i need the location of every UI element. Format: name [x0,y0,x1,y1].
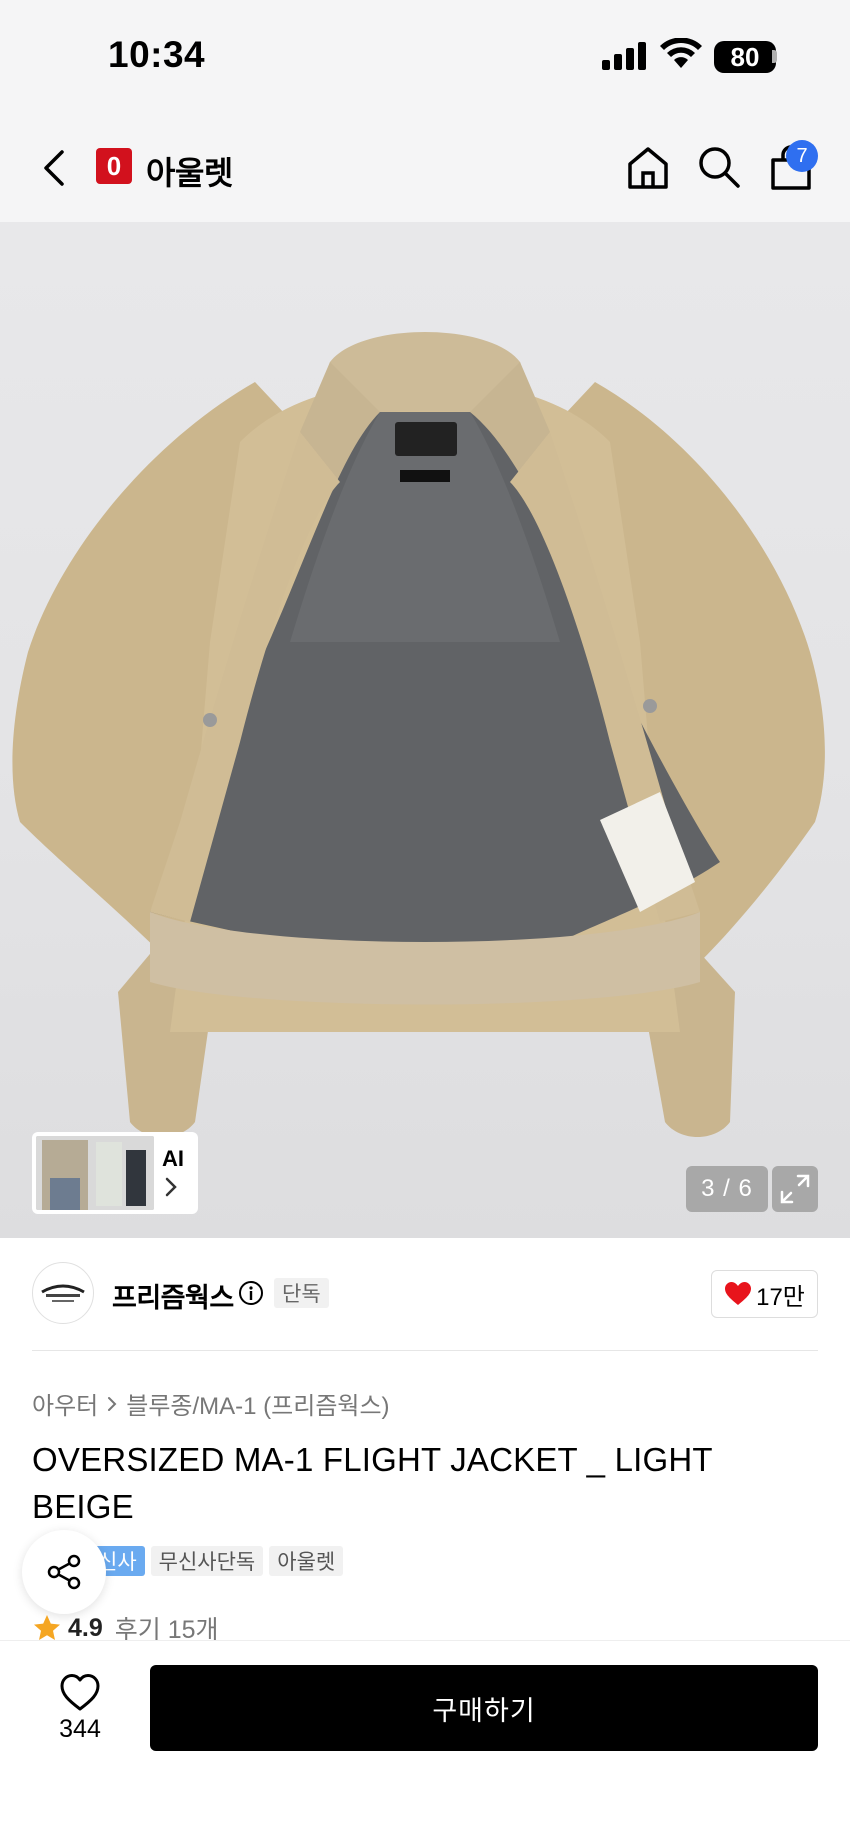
share-button[interactable] [22,1530,106,1614]
brand-like-button[interactable]: 17만 [711,1270,818,1318]
chevron-right-icon [165,1177,177,1197]
cart-count-badge: 7 [786,140,818,172]
ai-label: AI [162,1146,184,1171]
battery-tip [772,50,777,63]
product-title: OVERSIZED MA-1 FLIGHT JACKET _ LIGHT BEI… [32,1441,713,1525]
breadcrumb-item-category[interactable]: 블루종/MA-1 (프리즘웍스) [126,1386,389,1421]
ai-thumbnail-image [36,1136,154,1210]
wishlist-button[interactable] [40,1669,120,1759]
tag-musinsa-exclusive: 무신사단독 [150,1546,264,1576]
brand-row: 프리즘웍스 단독 17만 [0,1238,850,1350]
divider [32,1350,818,1351]
product-image-gallery[interactable]: AI 3 / 6 [0,222,850,1238]
search-icon[interactable] [696,144,742,190]
product-tags: 신사 무신사단독 아울렛 [90,1546,344,1576]
status-bar: 10:34 80 [0,0,850,110]
heart-outline-icon [60,1674,100,1711]
exclusive-badge: 단독 [274,1278,329,1308]
battery-indicator: 80 [714,41,776,73]
nav-title[interactable]: 아울렛 [146,148,233,194]
expand-icon[interactable] [772,1166,818,1212]
breadcrumb: 아우터 블루종/MA-1 (프리즘웍스) [32,1386,390,1421]
brand-name[interactable]: 프리즘웍스 [112,1276,234,1315]
ai-styling-thumbnail[interactable]: AI [32,1132,198,1214]
brand-avatar[interactable] [32,1262,94,1324]
info-icon[interactable] [238,1280,264,1306]
wifi-icon [660,38,702,68]
wishlist-count: 344 [59,1715,101,1743]
ai-thumbnail-people [36,1136,154,1210]
back-icon[interactable] [36,146,76,190]
bottom-action-bar: 344 구매하기 [0,1640,850,1842]
image-counter: 3 / 6 [686,1166,768,1212]
product-photo-jacket [12,332,825,1137]
top-nav-bar: 0 아울렛 7 [0,110,850,222]
buy-button[interactable]: 구매하기 [150,1665,818,1751]
star-icon [34,1615,60,1640]
status-time: 10:34 [108,34,206,75]
outlet-logo[interactable]: 0 [96,148,132,184]
chevron-right-icon [108,1396,117,1411]
brand-like-count: 17만 [756,1283,805,1311]
tag-outlet: 아울렛 [269,1546,344,1576]
heart-filled-icon [725,1282,752,1305]
breadcrumb-item-outer[interactable]: 아우터 [32,1386,98,1421]
home-icon[interactable] [624,144,672,192]
brand-logo-mark [41,1284,85,1302]
share-icon [47,1554,81,1590]
rating-value: 4.9 [68,1613,103,1642]
cellular-signal-icon [602,42,646,70]
